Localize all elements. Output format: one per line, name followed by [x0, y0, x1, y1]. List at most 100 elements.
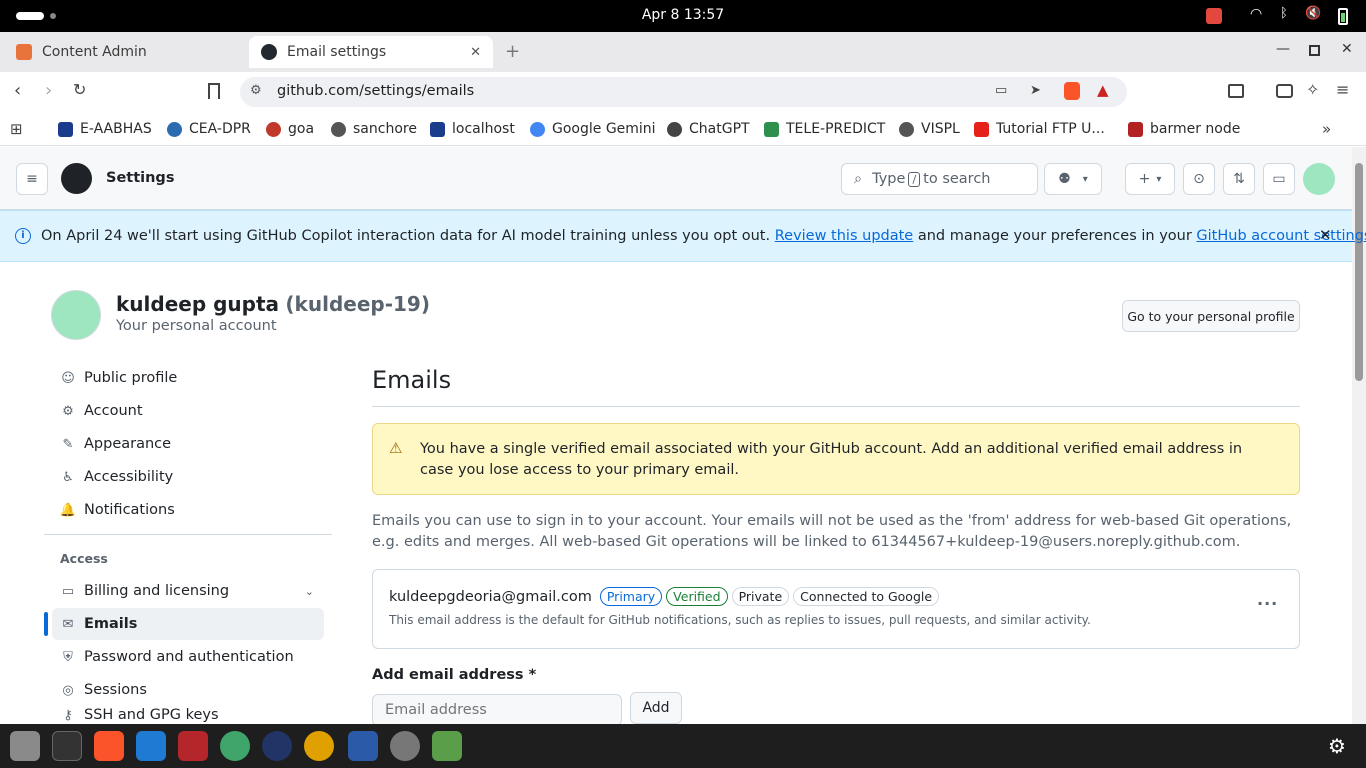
leo-ai-icon[interactable]: ✧: [1306, 80, 1319, 99]
bookmark-cea-dpr[interactable]: CEA-DPR: [167, 118, 251, 140]
copilot-button[interactable]: ⚉ ▾: [1044, 163, 1102, 195]
bookmark-goa[interactable]: goa: [266, 118, 314, 140]
share-icon[interactable]: ➤: [1030, 83, 1041, 98]
app-icon[interactable]: [262, 731, 292, 761]
close-tab-icon[interactable]: ✕: [470, 45, 481, 60]
pull-requests-icon[interactable]: ⇅: [1223, 163, 1255, 195]
battery-icon[interactable]: [1338, 8, 1348, 25]
email-list-item: kuldeepgdeoria@gmail.com Primary Verifie…: [372, 569, 1300, 649]
new-tab-icon[interactable]: +: [505, 41, 520, 62]
inbox-icon[interactable]: ▭: [1263, 163, 1295, 195]
sidebar-item-accessibility[interactable]: ♿ Accessibility: [52, 461, 324, 493]
github-logo-icon[interactable]: [61, 163, 92, 194]
tab-content-admin[interactable]: Content Admin: [4, 36, 244, 68]
email-input[interactable]: [372, 694, 622, 726]
vscode-icon[interactable]: [136, 731, 166, 761]
bookmark-barmer-node[interactable]: barmer node: [1128, 118, 1240, 140]
create-new-button[interactable]: + ▾: [1125, 163, 1175, 195]
user-heading: kuldeep gupta (kuldeep-19): [116, 292, 430, 316]
bookmark-label: sanchore: [353, 121, 417, 137]
sidebar-item-appearance[interactable]: ✎ Appearance: [52, 428, 324, 460]
add-email-button[interactable]: Add: [630, 692, 682, 724]
chevron-down-icon[interactable]: ⌄: [305, 585, 314, 598]
bookmark-label: localhost: [452, 121, 515, 137]
minimize-icon[interactable]: —: [1276, 41, 1290, 57]
clock[interactable]: Apr 8 13:57: [0, 7, 1366, 23]
site-info-icon[interactable]: ⚙: [250, 83, 262, 98]
bookmark-google-gemini[interactable]: Google Gemini: [530, 118, 656, 140]
sidebar-item-ssh-gpg[interactable]: ⚷ SSH and GPG keys: [52, 707, 324, 724]
app-icon[interactable]: [348, 731, 378, 761]
app-indicator-icon[interactable]: [1206, 8, 1222, 24]
sidebar-item-billing[interactable]: ▭ Billing and licensing ⌄: [52, 575, 324, 607]
banner-text: On April 24 we'll start using GitHub Cop…: [41, 228, 771, 244]
user-name[interactable]: kuldeep gupta: [116, 292, 279, 316]
apps-grid-icon[interactable]: ⊞: [10, 118, 23, 140]
sidebar-item-emails[interactable]: ✉ Emails: [52, 608, 324, 640]
more-bookmarks-icon[interactable]: »: [1322, 118, 1331, 140]
bookmark-favicon-icon: [667, 121, 682, 137]
sidebar-item-account[interactable]: ⚙ Account: [52, 395, 324, 427]
chevron-down-icon: ▾: [1082, 173, 1088, 185]
sidebar-item-label: Sessions: [84, 682, 147, 698]
header-title[interactable]: Settings: [106, 170, 174, 186]
wifi-icon[interactable]: ◠: [1250, 6, 1262, 22]
bookmark-tutorial-ftp[interactable]: Tutorial FTP U...: [974, 118, 1105, 140]
bookmark-label: goa: [288, 121, 315, 137]
info-icon: i: [15, 228, 31, 244]
account-settings-link[interactable]: GitHub account settings: [1196, 228, 1366, 244]
reload-icon[interactable]: ↻: [73, 80, 86, 99]
hamburger-menu-icon[interactable]: ≡: [16, 163, 48, 195]
bookmark-sanchore[interactable]: sanchore: [331, 118, 417, 140]
trash-icon[interactable]: [432, 731, 462, 761]
sidebar-item-label: Accessibility: [84, 469, 174, 485]
menu-icon[interactable]: ≡: [1336, 80, 1349, 99]
reader-mode-icon[interactable]: [1228, 84, 1244, 98]
url-text[interactable]: github.com/settings/emails: [277, 83, 474, 99]
brave-shields-icon[interactable]: [1064, 82, 1080, 100]
issues-icon[interactable]: ⊙: [1183, 163, 1215, 195]
bookmark-chatgpt[interactable]: ChatGPT: [667, 118, 750, 140]
filezilla-icon[interactable]: [178, 731, 208, 761]
page-title: Emails: [372, 366, 452, 394]
app-icon[interactable]: [220, 731, 250, 761]
show-apps-icon[interactable]: ⚙: [1328, 734, 1346, 758]
bookmark-tele-predict[interactable]: TELE-PREDICT: [764, 118, 885, 140]
terminal-icon[interactable]: [52, 731, 82, 761]
cast-icon[interactable]: ▭: [995, 83, 1007, 98]
alert-icon: ⚠: [389, 439, 403, 457]
sidebar-item-password[interactable]: ⛨ Password and authentication: [52, 641, 324, 673]
close-window-icon[interactable]: ✕: [1341, 41, 1353, 57]
email-description: Emails you can use to sign in to your ac…: [372, 513, 1292, 550]
search-input[interactable]: ⌕ Type / to search: [841, 163, 1038, 195]
bookmark-e-aabhas[interactable]: E-AABHAS: [58, 118, 152, 140]
active-indicator: [44, 612, 48, 636]
go-to-profile-button[interactable]: Go to your personal profile: [1122, 300, 1300, 332]
maximize-icon[interactable]: [1309, 45, 1320, 56]
forward-icon[interactable]: ›: [45, 80, 52, 101]
sidebar-item-sessions[interactable]: ◎ Sessions: [52, 674, 324, 706]
tab-email-settings[interactable]: Email settings ✕: [249, 36, 493, 68]
back-icon[interactable]: ‹: [14, 80, 21, 101]
brave-rewards-icon[interactable]: ▲: [1097, 81, 1109, 99]
bookmark-favicon-icon: [167, 121, 182, 137]
bluetooth-icon[interactable]: ᛒ: [1280, 6, 1288, 21]
bookmark-page-icon[interactable]: [208, 83, 220, 99]
scrollbar-thumb[interactable]: [1355, 163, 1363, 381]
files-icon[interactable]: [10, 731, 40, 761]
bookmark-localhost[interactable]: localhost: [430, 118, 515, 140]
avatar[interactable]: [1303, 163, 1335, 195]
software-updater-icon[interactable]: [390, 731, 420, 761]
volume-muted-icon[interactable]: 🔇: [1305, 6, 1321, 21]
chrome-icon[interactable]: [304, 731, 334, 761]
brave-icon[interactable]: [94, 731, 124, 761]
address-bar[interactable]: ⚙ github.com/settings/emails ▭ ➤ ▲: [240, 77, 1127, 107]
sidebar-item-public-profile[interactable]: ☺ Public profile: [52, 362, 324, 394]
bookmark-vispl[interactable]: VISPL: [899, 118, 960, 140]
close-banner-icon[interactable]: ✕: [1319, 226, 1332, 244]
kebab-menu-icon[interactable]: ...: [1257, 590, 1278, 609]
sidebar-item-notifications[interactable]: 🔔 Notifications: [52, 494, 324, 526]
wallet-icon[interactable]: [1276, 84, 1293, 98]
private-badge: Private: [731, 587, 790, 606]
review-update-link[interactable]: Review this update: [775, 228, 914, 244]
